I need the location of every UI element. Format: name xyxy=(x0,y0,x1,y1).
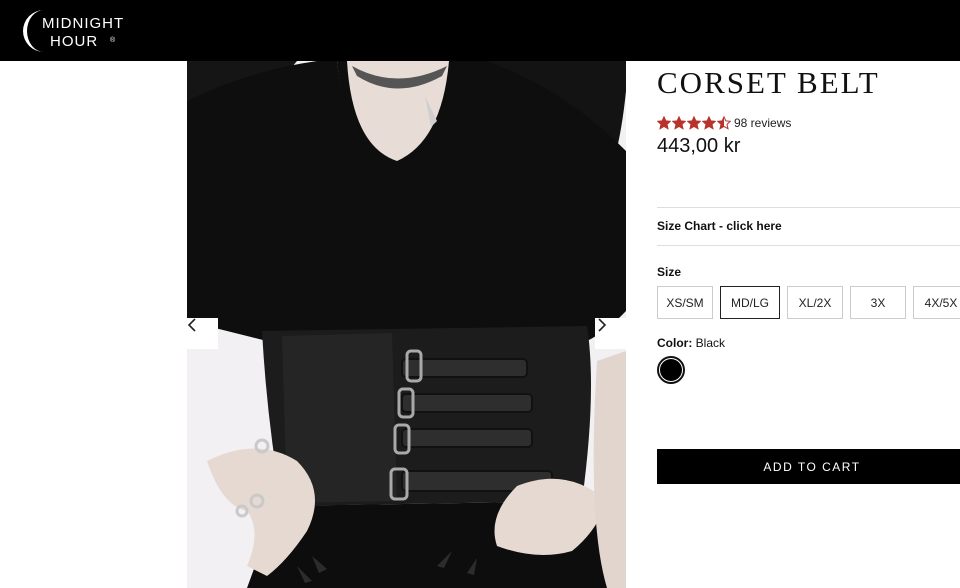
star-full-icon xyxy=(687,116,701,130)
divider xyxy=(657,245,960,246)
logo-text-line1: MIDNIGHT xyxy=(42,15,125,32)
swatch-fill xyxy=(660,359,682,381)
logo-registered-mark: ® xyxy=(110,37,116,44)
size-label: Size xyxy=(657,265,682,279)
add-to-cart-button[interactable]: ADD TO CART xyxy=(657,449,960,484)
size-option[interactable]: XL/2X xyxy=(787,286,843,319)
reviews-count[interactable]: 98 reviews xyxy=(734,116,791,130)
product-photo xyxy=(187,61,626,588)
star-full-icon xyxy=(657,116,671,130)
star-half-icon xyxy=(717,116,731,130)
size-option[interactable]: 4X/5X xyxy=(913,286,960,319)
product-price: 443,00 kr xyxy=(657,135,741,157)
star-full-icon xyxy=(672,116,686,130)
product-rating[interactable]: 98 reviews xyxy=(657,116,791,130)
chevron-left-icon xyxy=(187,318,196,332)
size-option[interactable]: 3X xyxy=(850,286,906,319)
size-option[interactable]: XS/SM xyxy=(657,286,713,319)
color-label: Color: xyxy=(657,336,693,350)
size-options: XS/SM MD/LG XL/2X 3X 4X/5X xyxy=(657,286,960,319)
brand-logo[interactable]: MIDNIGHT HOUR ® xyxy=(20,6,130,56)
divider xyxy=(657,207,960,208)
color-label-row: Color: Black xyxy=(657,336,725,350)
color-swatch-black[interactable] xyxy=(657,356,685,384)
size-chart-link[interactable]: Size Chart - click here xyxy=(657,219,782,233)
size-option[interactable]: MD/LG xyxy=(720,286,780,319)
product-title: CORSET BELT xyxy=(657,65,880,100)
star-full-icon xyxy=(702,116,716,130)
chevron-right-icon xyxy=(598,318,607,332)
product-info-panel: CORSET BELT 98 reviews 443,00 kr Size Ch… xyxy=(657,61,960,588)
gallery-prev-button[interactable] xyxy=(187,318,218,349)
logo-text-line2: HOUR xyxy=(50,33,99,50)
gallery-next-button[interactable] xyxy=(595,318,626,349)
rating-stars xyxy=(657,116,731,130)
site-header: MIDNIGHT HOUR ® xyxy=(0,0,960,61)
product-image-gallery xyxy=(187,61,626,588)
color-value: Black xyxy=(695,336,726,350)
